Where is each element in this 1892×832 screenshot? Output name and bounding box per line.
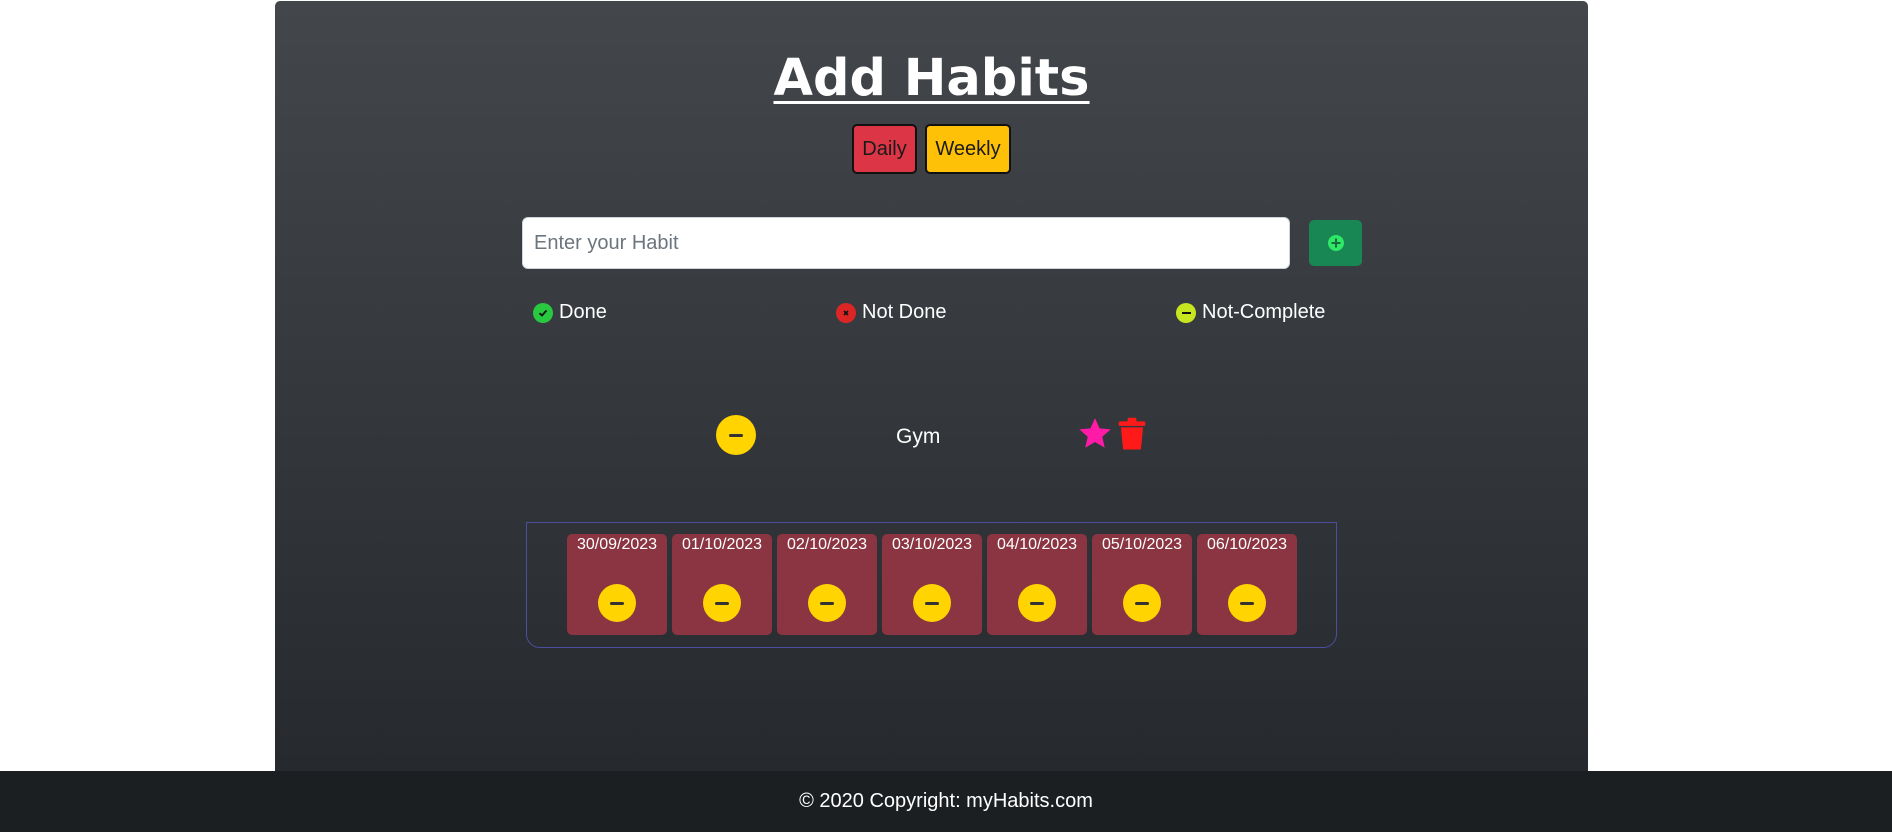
legend-not-complete-label: Not-Complete xyxy=(1202,301,1326,323)
daily-button[interactable]: Daily xyxy=(852,124,917,174)
day-card[interactable]: 06/10/2023 xyxy=(1197,534,1297,635)
page-title: Add Habits xyxy=(773,49,1090,108)
day-date: 06/10/2023 xyxy=(1206,536,1288,553)
habit-input[interactable] xyxy=(522,217,1290,269)
minus-icon xyxy=(820,601,834,605)
day-status-button[interactable] xyxy=(598,584,636,622)
check-circle-icon xyxy=(533,302,553,323)
day-status-button[interactable] xyxy=(1018,584,1056,622)
plus-circle-icon xyxy=(1327,235,1344,251)
day-date: 30/09/2023 xyxy=(576,536,658,553)
add-habit-button[interactable] xyxy=(1309,220,1362,266)
day-date: 04/10/2023 xyxy=(996,536,1078,553)
day-date: 05/10/2023 xyxy=(1101,536,1183,553)
day-date: 01/10/2023 xyxy=(681,536,763,553)
day-status-button[interactable] xyxy=(808,584,846,622)
day-status-button[interactable] xyxy=(1228,584,1266,622)
minus-icon xyxy=(1240,601,1254,605)
minus-icon xyxy=(729,433,743,437)
day-card[interactable]: 02/10/2023 xyxy=(777,534,877,635)
habit-name: Gym xyxy=(896,425,941,448)
legend-done-label: Done xyxy=(559,301,607,323)
day-card[interactable]: 03/10/2023 xyxy=(882,534,982,635)
habit-status-button[interactable] xyxy=(716,415,756,455)
minus-icon xyxy=(610,601,624,605)
weekly-button[interactable]: Weekly xyxy=(925,124,1011,174)
legend-not-done: Not Done xyxy=(836,301,947,324)
minus-icon xyxy=(1135,601,1149,605)
day-status-button[interactable] xyxy=(913,584,951,622)
copyright-text: © 2020 Copyright: myHabits.com xyxy=(799,790,1093,812)
main-panel: Add Habits Daily Weekly Done Not Done No… xyxy=(275,1,1588,771)
day-card[interactable]: 04/10/2023 xyxy=(987,534,1087,635)
day-card[interactable]: 30/09/2023 xyxy=(567,534,667,635)
legend-not-done-label: Not Done xyxy=(862,301,947,323)
minus-icon xyxy=(925,601,939,605)
legend-not-complete: Not-Complete xyxy=(1176,301,1325,324)
minus-icon xyxy=(1030,601,1044,605)
legend-done: Done xyxy=(533,301,607,324)
x-circle-icon xyxy=(836,302,856,323)
day-card[interactable]: 05/10/2023 xyxy=(1092,534,1192,635)
day-card[interactable]: 01/10/2023 xyxy=(672,534,772,635)
trash-icon[interactable] xyxy=(1117,417,1147,451)
footer: © 2020 Copyright: myHabits.com xyxy=(0,771,1892,832)
star-icon[interactable] xyxy=(1077,417,1113,451)
minus-icon xyxy=(715,601,729,605)
day-date: 03/10/2023 xyxy=(891,536,973,553)
minus-circle-icon xyxy=(1176,302,1196,323)
day-date: 02/10/2023 xyxy=(786,536,868,553)
day-status-button[interactable] xyxy=(703,584,741,622)
day-status-button[interactable] xyxy=(1123,584,1161,622)
